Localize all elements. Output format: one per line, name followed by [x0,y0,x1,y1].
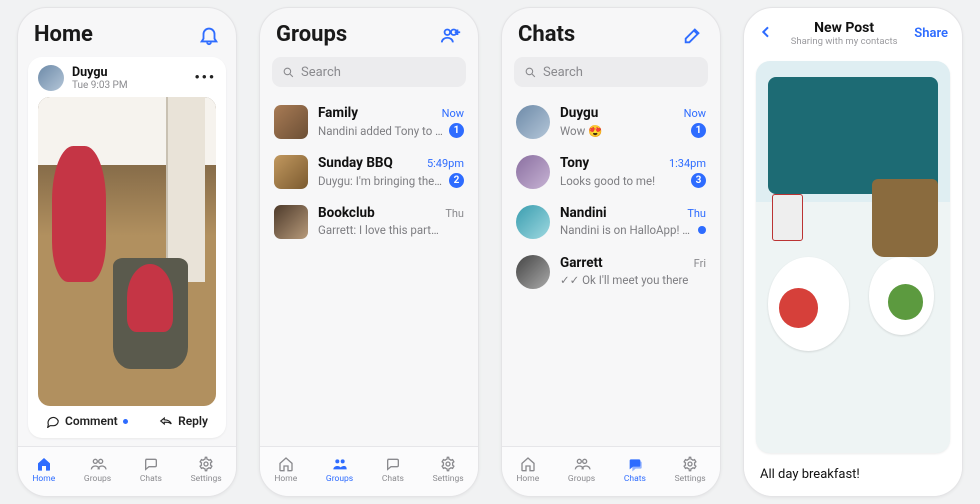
tab-bar: Home Groups Chats Settings [18,446,236,496]
avatar [516,205,550,239]
group-avatar [274,155,308,189]
group-row[interactable]: BookclubThu Garrett: I love this part… [272,197,466,247]
avatar [516,155,550,189]
unread-dot [123,419,128,424]
avatar [516,105,550,139]
feed-post[interactable]: Duygu Tue 9:03 PM ••• Comment Reply [28,57,226,438]
newpost-title: New Post [791,20,898,36]
newpost-photo[interactable] [756,61,950,453]
notifications-icon[interactable] [198,24,220,46]
unread-badge: 2 [449,173,464,188]
comment-button[interactable]: Comment [46,414,128,428]
caption-input[interactable]: All day breakfast! [744,453,962,496]
tab-chats[interactable]: Chats [624,456,646,484]
compose-icon[interactable] [682,24,704,46]
tab-bar: Home Groups Chats Settings [260,446,478,496]
groups-title: Groups [276,22,347,47]
chat-row[interactable]: NandiniThu Nandini is on HalloApp! 🎉 [514,197,708,247]
search-icon [282,66,295,79]
unread-badge: 3 [691,173,706,188]
search-input[interactable]: Search [514,57,708,87]
phone-chats: Chats Search DuyguNow Wow 😍1 Tony1:34pm [501,7,721,497]
chat-row[interactable]: DuyguNow Wow 😍1 [514,97,708,147]
tab-chats[interactable]: Chats [382,456,404,484]
chats-title: Chats [518,22,575,47]
post-time: Tue 9:03 PM [72,80,128,91]
tab-groups[interactable]: Groups [568,456,595,484]
tab-home[interactable]: Home [32,456,55,484]
phone-home: Home Duygu Tue 9:03 PM ••• Comment [17,7,237,497]
group-avatar [274,205,308,239]
post-photo[interactable] [38,97,216,406]
tab-settings[interactable]: Settings [675,456,706,484]
unread-dot [698,226,706,234]
avatar[interactable] [38,65,64,91]
group-avatar [274,105,308,139]
share-button[interactable]: Share [914,26,948,41]
group-row[interactable]: FamilyNow Nandini added Tony to the grou… [272,97,466,147]
tab-home[interactable]: Home [274,456,297,484]
phone-newpost: New Post Sharing with my contacts Share … [743,7,963,497]
home-title: Home [34,22,93,47]
more-icon[interactable]: ••• [194,70,216,86]
tab-groups[interactable]: Groups [326,456,353,484]
search-icon [524,66,537,79]
tab-bar: Home Groups Chats Settings [502,446,720,496]
chat-row[interactable]: GarrettFri ✓✓ Ok I'll meet you there [514,247,708,297]
add-group-icon[interactable] [440,24,462,46]
group-row[interactable]: Sunday BBQ5:49pm Duygu: I'm bringing the… [272,147,466,197]
newpost-subtitle: Sharing with my contacts [791,36,898,47]
tab-groups[interactable]: Groups [84,456,111,484]
tab-settings[interactable]: Settings [433,456,464,484]
search-input[interactable]: Search [272,57,466,87]
phone-groups: Groups Search FamilyNow Nandini added To… [259,7,479,497]
unread-badge: 1 [449,123,464,138]
avatar [516,255,550,289]
back-icon[interactable] [758,24,774,44]
tab-settings[interactable]: Settings [191,456,222,484]
tab-home[interactable]: Home [516,456,539,484]
reply-button[interactable]: Reply [159,414,208,428]
post-author: Duygu [72,65,128,80]
unread-badge: 1 [691,123,706,138]
chat-row[interactable]: Tony1:34pm Looks good to me!3 [514,147,708,197]
tab-chats[interactable]: Chats [140,456,162,484]
